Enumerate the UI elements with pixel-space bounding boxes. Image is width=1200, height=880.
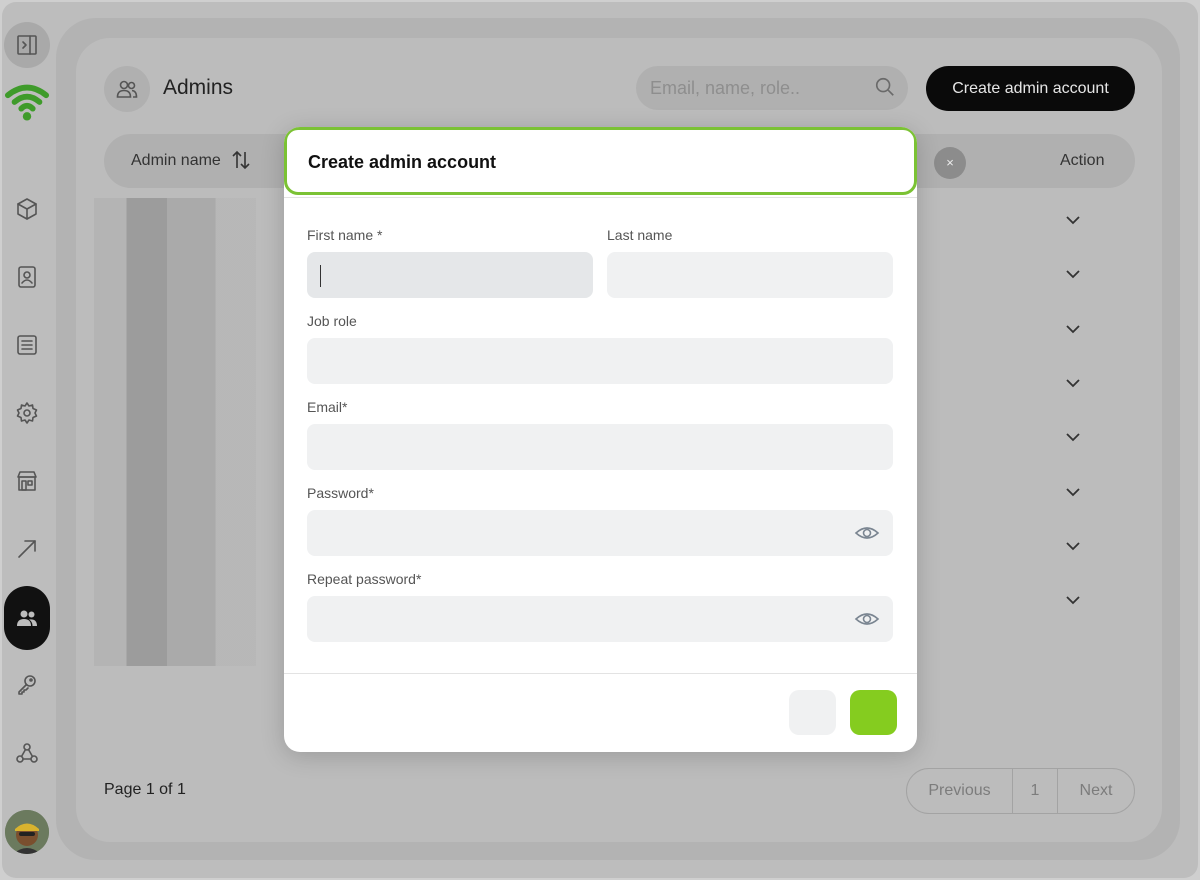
users-icon <box>17 610 37 626</box>
sidebar-item-keys[interactable] <box>4 662 50 708</box>
page-number-button[interactable]: 1 <box>1013 769 1058 813</box>
sidebar-collapse-icon <box>17 35 37 55</box>
clear-filter-button[interactable]: × <box>934 147 966 179</box>
row-expand-chevron-icon[interactable] <box>1064 374 1084 394</box>
sidebar-item-webhooks[interactable] <box>4 730 50 776</box>
column-header-admin-name[interactable]: Admin name <box>131 152 221 170</box>
page-icon <box>104 66 150 112</box>
row-expand-chevron-icon[interactable] <box>1064 265 1084 285</box>
user-avatar-icon <box>5 810 49 854</box>
arrow-up-right-icon <box>18 540 36 558</box>
divider <box>284 197 917 198</box>
cube-icon <box>17 198 37 220</box>
sidebar-item-settings[interactable] <box>4 390 50 436</box>
key-icon <box>18 675 36 695</box>
row-expand-chevron-icon[interactable] <box>1064 537 1084 557</box>
sidebar-item-store[interactable] <box>4 458 50 504</box>
row-expand-chevron-icon[interactable] <box>1064 483 1084 503</box>
sidebar-toggle-button[interactable] <box>4 22 50 68</box>
avatar[interactable] <box>5 810 49 854</box>
row-expand-chevron-icon[interactable] <box>1064 320 1084 340</box>
cancel-button[interactable] <box>789 690 836 735</box>
password-label: Password* <box>307 485 374 501</box>
previous-page-button[interactable]: Previous <box>907 769 1013 813</box>
sidebar-item-trending[interactable] <box>4 526 50 572</box>
gear-icon <box>16 402 38 424</box>
last-name-label: Last name <box>607 227 673 243</box>
first-name-field[interactable] <box>307 252 593 298</box>
last-name-field[interactable] <box>607 252 893 298</box>
contact-card-icon <box>18 266 36 288</box>
logo-icon[interactable] <box>4 78 50 124</box>
search-icon[interactable] <box>874 76 896 98</box>
pagination: Previous 1 Next <box>906 768 1135 814</box>
text-cursor <box>320 265 321 287</box>
users-outline-icon <box>116 80 138 98</box>
column-header-action: Action <box>1060 152 1105 169</box>
show-password-eye-icon[interactable] <box>854 520 880 546</box>
list-document-icon <box>17 335 37 355</box>
page-title: Admins <box>163 76 234 99</box>
wifi-logo-icon <box>4 84 50 121</box>
create-admin-button[interactable]: Create admin account <box>926 66 1135 111</box>
store-icon <box>17 471 37 491</box>
sidebar <box>0 0 56 876</box>
page-count: Page 1 of 1 <box>104 781 186 798</box>
job-role-field[interactable] <box>307 338 893 384</box>
modal-footer-divider <box>284 673 917 674</box>
repeat-password-label: Repeat password* <box>307 571 422 587</box>
row-expand-chevron-icon[interactable] <box>1064 591 1084 611</box>
sidebar-item-contacts[interactable] <box>4 254 50 300</box>
search-input[interactable] <box>636 66 908 110</box>
row-expand-chevron-icon[interactable] <box>1064 211 1084 231</box>
sort-icon[interactable] <box>232 150 250 175</box>
show-repeat-password-eye-icon[interactable] <box>854 606 880 632</box>
blurred-admin-names <box>94 198 256 666</box>
row-expand-chevron-icon[interactable] <box>1064 428 1084 448</box>
first-name-label: First name * <box>307 227 383 243</box>
password-field[interactable] <box>307 510 893 556</box>
modal-title: Create admin account <box>308 152 497 172</box>
repeat-password-field[interactable] <box>307 596 893 642</box>
sidebar-item-products[interactable] <box>4 186 50 232</box>
webhook-icon <box>16 743 38 763</box>
next-page-button[interactable]: Next <box>1058 769 1134 813</box>
submit-button[interactable] <box>850 690 897 735</box>
email-label: Email* <box>307 399 348 415</box>
modal-header: Create admin account <box>284 127 917 195</box>
sidebar-item-documents[interactable] <box>4 322 50 368</box>
sidebar-item-admins[interactable] <box>4 586 50 650</box>
email-field[interactable] <box>307 424 893 470</box>
job-role-label: Job role <box>307 313 357 329</box>
